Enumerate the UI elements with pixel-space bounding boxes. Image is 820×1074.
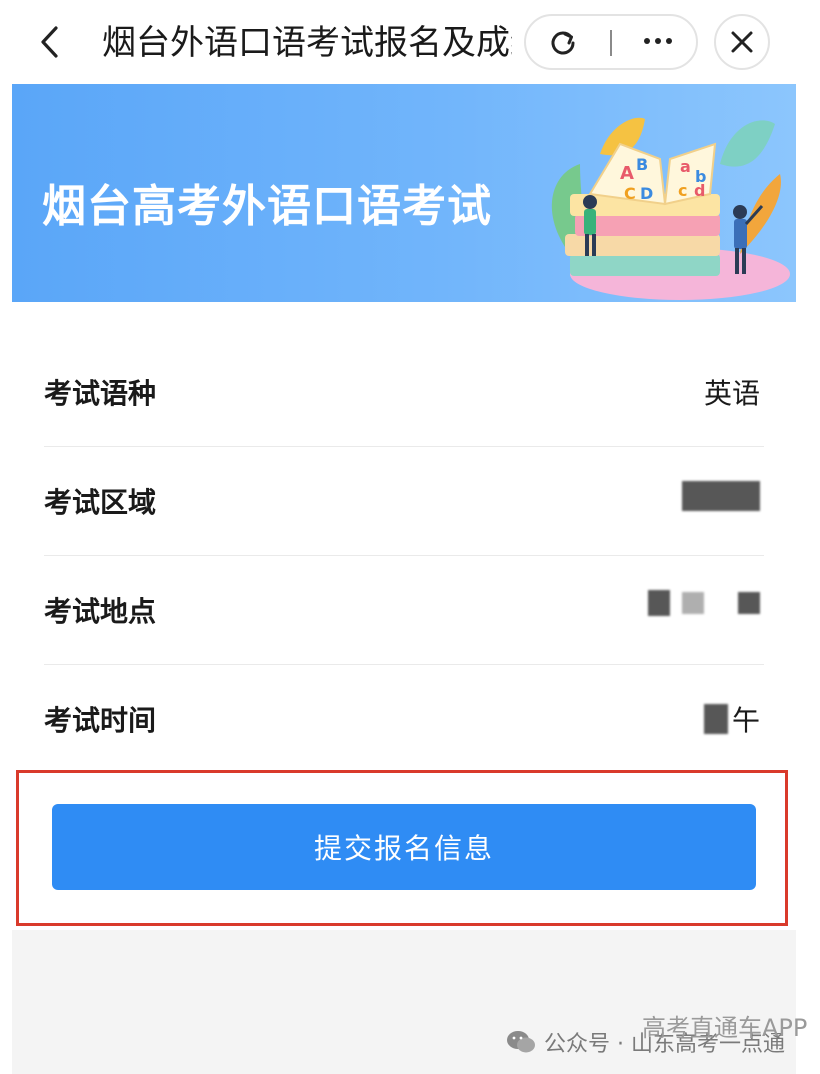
row-value: 午 [703, 699, 760, 739]
illus-letter: a [680, 157, 691, 176]
time-value: 午 [731, 704, 760, 737]
watermark-brand: 高考直通车APP [642, 1014, 808, 1042]
mini-program-capsule [524, 14, 698, 70]
more-horizontal-icon [644, 38, 650, 44]
refresh-icon [551, 31, 575, 55]
capsule-divider [610, 30, 612, 56]
books-illustration-icon: A B a C D b c d [551, 117, 790, 300]
illus-letter: A [620, 163, 634, 184]
page-title: 烟台外语口语考试报名及成绩 [102, 23, 512, 63]
row-label: 考试区域 [44, 486, 157, 519]
row-value [648, 590, 760, 616]
exam-banner: 烟台高考外语口语考试 A B a C D b c d [12, 84, 796, 302]
illus-letter: B [636, 155, 648, 174]
row-label: 考试语种 [44, 377, 157, 410]
redacted-location [648, 590, 670, 616]
form-row-time[interactable]: 考试时间 午 [44, 665, 764, 773]
banner-title: 烟台高考外语口语考试 [42, 181, 492, 232]
more-button[interactable] [638, 26, 678, 56]
refresh-button[interactable] [548, 28, 578, 58]
illus-letter: c [678, 181, 687, 200]
illus-letter: d [694, 181, 705, 200]
redacted-time [703, 704, 728, 734]
wechat-icon [507, 1031, 535, 1053]
redacted-location [738, 592, 760, 614]
watermark: 公众号 · 山东高考一点通 高考直通车APP [506, 1014, 807, 1062]
close-button[interactable] [714, 14, 770, 70]
illus-letter: D [640, 184, 653, 203]
row-label: 考试时间 [44, 704, 157, 737]
form-row-location[interactable]: 考试地点 [44, 556, 764, 665]
illus-letter: C [624, 184, 636, 203]
registration-form: 考试语种 英语 考试区域 考试地点 考试时间 午 [44, 338, 764, 773]
row-label: 考试地点 [44, 595, 157, 628]
redacted-location [682, 592, 704, 614]
back-button[interactable] [30, 22, 70, 62]
submit-registration-button[interactable]: 提交报名信息 [52, 804, 756, 890]
form-row-region[interactable]: 考试区域 [44, 447, 764, 556]
chevron-left-icon [41, 26, 58, 58]
row-value [682, 481, 760, 511]
close-icon [731, 31, 753, 53]
top-nav-bar: 烟台外语口语考试报名及成绩 [0, 0, 820, 86]
row-value: 英语 [704, 372, 760, 412]
form-row-language[interactable]: 考试语种 英语 [44, 338, 764, 447]
language-value: 英语 [703, 377, 760, 410]
redacted-region [682, 481, 760, 511]
